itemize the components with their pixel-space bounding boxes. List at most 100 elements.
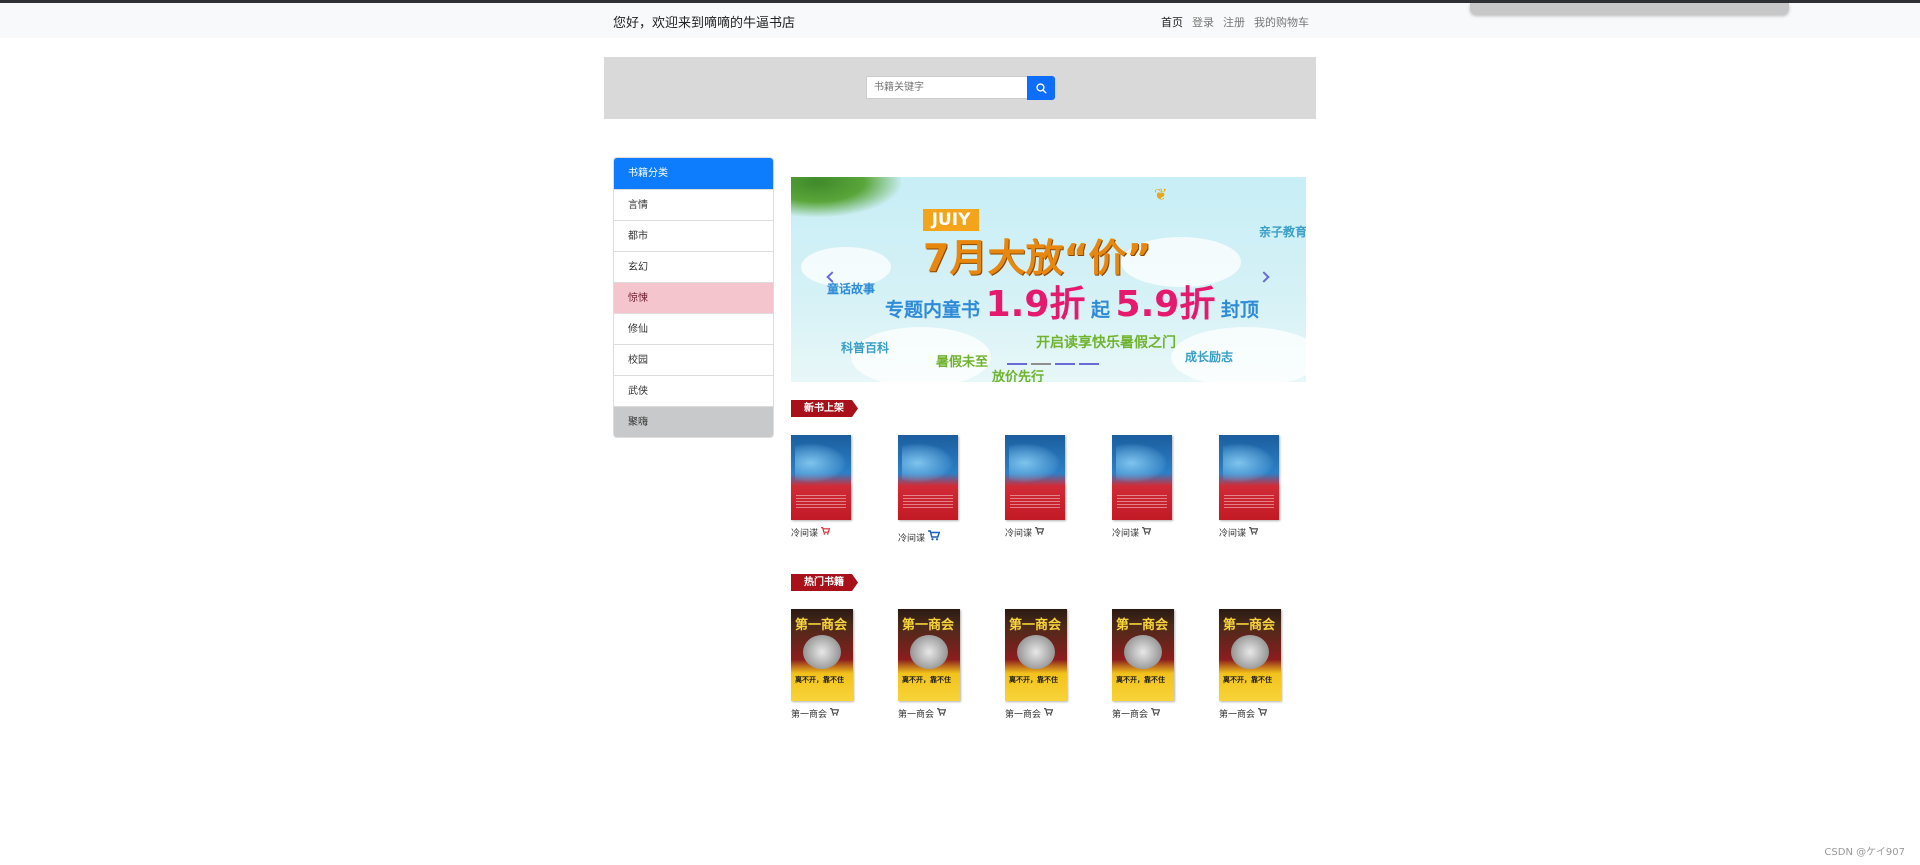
cart-icon[interactable] bbox=[1142, 527, 1152, 538]
promo-suffix: 封顶 bbox=[1220, 299, 1259, 321]
carousel-next-icon[interactable] bbox=[1258, 271, 1270, 283]
category-item[interactable]: 聚嗨 bbox=[614, 406, 773, 437]
search-button[interactable] bbox=[1027, 76, 1055, 100]
category-item[interactable]: 玄幻 bbox=[614, 251, 773, 282]
cart-icon[interactable] bbox=[928, 530, 941, 544]
tree-decoration bbox=[791, 177, 901, 217]
book-card[interactable]: 第一商会 离不开，靠不住 第一商会 bbox=[1112, 609, 1192, 720]
book-card[interactable]: 第一商会 离不开，靠不住 第一商会 bbox=[1005, 609, 1085, 720]
dropdown-overlay bbox=[1470, 3, 1789, 14]
search-band bbox=[604, 57, 1316, 119]
site-greeting: 您好，欢迎来到嘀嘀的牛逼书店 bbox=[613, 16, 796, 31]
cover-slogan: 离不开，靠不住 bbox=[795, 676, 844, 684]
banner-tag: 暑假未至 bbox=[936, 355, 989, 370]
new-books-title: 新书上架 bbox=[791, 400, 858, 417]
cart-icon[interactable] bbox=[1044, 708, 1054, 719]
banner-tag: 亲子教育 bbox=[1259, 225, 1306, 239]
banner-tag: 童话故事 bbox=[827, 282, 876, 296]
nav-cart[interactable]: 我的购物车 bbox=[1254, 14, 1309, 30]
cart-icon[interactable] bbox=[1035, 527, 1045, 538]
carousel-indicator[interactable] bbox=[1031, 363, 1051, 365]
carousel-indicator[interactable] bbox=[1055, 363, 1075, 365]
book-title[interactable]: 第一商会 bbox=[1112, 707, 1148, 720]
banner-tag: 放价先行 bbox=[992, 370, 1045, 382]
category-header: 书籍分类 bbox=[614, 158, 773, 189]
cover-title: 第一商会 bbox=[902, 618, 955, 633]
category-item[interactable]: 惊悚 bbox=[614, 282, 773, 313]
butterfly-icon: ❦ bbox=[1154, 185, 1168, 204]
cart-icon[interactable] bbox=[937, 708, 947, 719]
promo-carousel[interactable]: ❦ JUIY 7月大放“价” 专题内童书 1.9折 起 5.9折 封顶 开启读享… bbox=[791, 177, 1306, 382]
promo-value-1: 1.9折 bbox=[985, 284, 1086, 325]
book-cover[interactable]: 第一商会 离不开，靠不住 bbox=[1219, 609, 1281, 701]
category-item[interactable]: 都市 bbox=[614, 220, 773, 251]
carousel-indicator[interactable] bbox=[1007, 363, 1027, 365]
category-list: 书籍分类 言情 都市 玄幻 惊悚 修仙 校园 武侠 聚嗨 bbox=[613, 157, 774, 438]
hot-books-title: 热门书籍 bbox=[791, 574, 858, 591]
coin-graphic bbox=[1231, 635, 1269, 669]
book-card[interactable]: 冷间谍 bbox=[1112, 435, 1192, 539]
book-cover[interactable]: 第一商会 离不开，靠不住 bbox=[898, 609, 960, 701]
book-card[interactable]: 冷间谍 bbox=[1219, 435, 1299, 539]
banner-subline: 开启读享快乐暑假之门 bbox=[1036, 335, 1176, 351]
nav-home[interactable]: 首页 bbox=[1161, 14, 1183, 30]
category-item[interactable]: 言情 bbox=[614, 189, 773, 220]
nav-register[interactable]: 注册 bbox=[1223, 14, 1245, 30]
book-card[interactable]: 冷间谍 bbox=[1005, 435, 1085, 539]
book-title[interactable]: 第一商会 bbox=[898, 707, 934, 720]
cart-icon[interactable] bbox=[1249, 527, 1259, 538]
csdn-watermark: CSDN @ケイ907 bbox=[1824, 847, 1905, 858]
book-title[interactable]: 冷间谍 bbox=[791, 526, 818, 539]
cover-slogan: 离不开，靠不住 bbox=[902, 676, 951, 684]
search-icon bbox=[1035, 79, 1047, 98]
book-card[interactable]: 第一商会 离不开，靠不住 第一商会 bbox=[898, 609, 978, 720]
cart-icon[interactable] bbox=[1258, 708, 1268, 719]
cover-title: 第一商会 bbox=[795, 618, 848, 633]
cover-title: 第一商会 bbox=[1009, 618, 1062, 633]
cart-icon[interactable] bbox=[1151, 708, 1161, 719]
book-cover[interactable] bbox=[1112, 435, 1172, 520]
cover-slogan: 离不开，靠不住 bbox=[1116, 676, 1165, 684]
banner-promo: 专题内童书 1.9折 起 5.9折 封顶 bbox=[885, 275, 1259, 327]
book-cover[interactable]: 第一商会 离不开，靠不住 bbox=[1005, 609, 1067, 701]
nav-links: 首页 登录 注册 我的购物车 bbox=[1161, 14, 1309, 30]
banner-tag: 科普百科 bbox=[841, 341, 890, 355]
coin-graphic bbox=[803, 635, 841, 669]
book-cover[interactable] bbox=[1005, 435, 1065, 520]
category-item[interactable]: 校园 bbox=[614, 344, 773, 375]
promo-value-2: 5.9折 bbox=[1115, 284, 1216, 325]
book-cover[interactable] bbox=[1219, 435, 1279, 520]
book-cover[interactable] bbox=[791, 435, 851, 520]
cover-title: 第一商会 bbox=[1116, 618, 1169, 633]
book-cover[interactable]: 第一商会 离不开，靠不住 bbox=[791, 609, 853, 701]
nav-login[interactable]: 登录 bbox=[1192, 14, 1214, 30]
book-title[interactable]: 第一商会 bbox=[1005, 707, 1041, 720]
search-input[interactable] bbox=[866, 76, 1031, 99]
carousel-indicator[interactable] bbox=[1079, 363, 1099, 365]
promo-mid: 起 bbox=[1090, 299, 1110, 321]
book-cover[interactable]: 第一商会 离不开，靠不住 bbox=[1112, 609, 1174, 701]
book-card[interactable]: 第一商会 离不开，靠不住 第一商会 bbox=[791, 609, 871, 720]
cart-icon[interactable] bbox=[830, 708, 840, 719]
category-item[interactable]: 武侠 bbox=[614, 375, 773, 406]
coin-graphic bbox=[1124, 635, 1162, 669]
banner-tag: 成长励志 bbox=[1185, 350, 1234, 364]
cover-title: 第一商会 bbox=[1223, 618, 1276, 633]
cover-slogan: 离不开，靠不住 bbox=[1009, 676, 1058, 684]
book-title[interactable]: 冷间谍 bbox=[1112, 526, 1139, 539]
banner-headline: 7月大放“价” bbox=[923, 236, 1152, 280]
book-card[interactable]: 冷间谍 bbox=[791, 435, 871, 539]
book-title[interactable]: 第一商会 bbox=[791, 707, 827, 720]
book-title[interactable]: 冷间谍 bbox=[898, 531, 925, 544]
book-card[interactable]: 第一商会 离不开，靠不住 第一商会 bbox=[1219, 609, 1299, 720]
cover-slogan: 离不开，靠不住 bbox=[1223, 676, 1272, 684]
book-card[interactable]: 冷间谍 bbox=[898, 435, 978, 544]
book-cover[interactable] bbox=[898, 435, 958, 520]
category-item[interactable]: 修仙 bbox=[614, 313, 773, 344]
book-title[interactable]: 第一商会 bbox=[1219, 707, 1255, 720]
coin-graphic bbox=[910, 635, 948, 669]
coin-graphic bbox=[1017, 635, 1055, 669]
book-title[interactable]: 冷间谍 bbox=[1005, 526, 1032, 539]
book-title[interactable]: 冷间谍 bbox=[1219, 526, 1246, 539]
cart-icon[interactable] bbox=[821, 527, 831, 538]
